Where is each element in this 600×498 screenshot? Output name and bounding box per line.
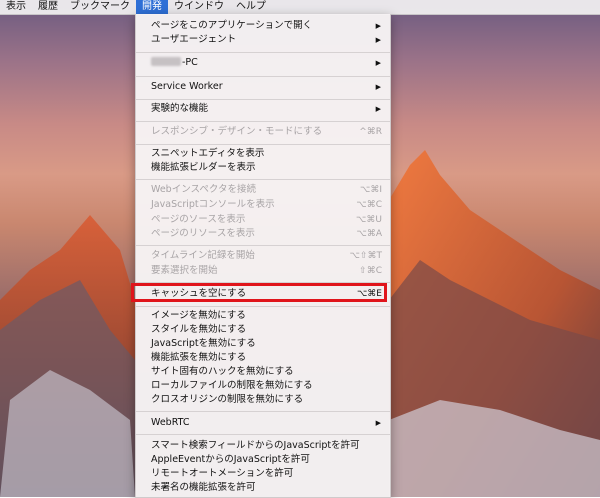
menu-item-shortcut: ⌥⌘A: [356, 229, 382, 239]
submenu-arrow-icon: ▶: [375, 105, 381, 113]
menu-item-label: 実験的な機能: [151, 103, 209, 114]
develop-menu: ページをこのアプリケーションで開く ▶ ユーザエージェント ▶ -PC ▶ Se…: [135, 14, 391, 498]
menu-item-label: JavaScriptコンソールを表示: [151, 199, 275, 210]
menu-item-label: 要素選択を開始: [151, 265, 218, 276]
menu-item-element-select: 要素選択を開始 ⇧⌘C: [136, 264, 390, 278]
menu-item-page-resources: ページのリソースを表示 ⌥⌘A: [136, 227, 390, 241]
menu-item-experimental[interactable]: 実験的な機能 ▶: [136, 102, 390, 116]
menu-item-disable-styles[interactable]: スタイルを無効にする: [136, 323, 390, 337]
submenu-arrow-icon: ▶: [375, 22, 381, 30]
menu-item-label: ページのソースを表示: [151, 214, 246, 225]
menu-item-label: -PC: [182, 57, 198, 68]
menubar-history[interactable]: 履歴: [32, 0, 64, 14]
menubar-develop[interactable]: 開発: [136, 0, 168, 14]
menu-item-device[interactable]: -PC ▶: [136, 56, 390, 70]
menubar-view[interactable]: 表示: [0, 0, 32, 14]
menu-item-label: クロスオリジンの制限を無効にする: [151, 394, 304, 405]
menu-separator: [136, 306, 390, 307]
menu-item-disable-site-hacks[interactable]: サイト固有のハックを無効にする: [136, 365, 390, 379]
menu-item-disable-javascript[interactable]: JavaScriptを無効にする: [136, 337, 390, 351]
menu-item-shortcut: ⇧⌘C: [359, 266, 382, 276]
submenu-arrow-icon: ▶: [375, 36, 381, 44]
menu-item-webrtc[interactable]: WebRTC ▶: [136, 416, 390, 430]
menu-item-label: サイト固有のハックを無効にする: [151, 366, 294, 377]
menu-separator: [136, 411, 390, 412]
menu-item-label: 機能拡張ビルダーを表示: [151, 162, 256, 173]
menu-item-shortcut: ⌥⌘I: [359, 185, 382, 195]
menu-item-label: タイムライン記録を開始: [151, 250, 255, 261]
menu-item-user-agent[interactable]: ユーザエージェント ▶: [136, 33, 390, 47]
menubar-bookmarks[interactable]: ブックマーク: [64, 0, 136, 14]
submenu-arrow-icon: ▶: [375, 83, 381, 91]
menu-item-label: スニペットエディタを表示: [151, 148, 265, 159]
submenu-arrow-icon: ▶: [375, 419, 381, 427]
menu-item-label: イメージを無効にする: [151, 310, 246, 321]
menu-item-disable-local-file-restrictions[interactable]: ローカルファイルの制限を無効にする: [136, 379, 390, 393]
menu-item-open-with[interactable]: ページをこのアプリケーションで開く ▶: [136, 19, 390, 33]
menu-item-shortcut: ⌥⌘U: [356, 215, 382, 225]
menu-item-label: AppleEventからのJavaScriptを許可: [151, 454, 310, 465]
menu-separator: [136, 245, 390, 246]
menu-item-disable-extensions[interactable]: 機能拡張を無効にする: [136, 351, 390, 365]
menu-separator: [136, 99, 390, 100]
menu-item-label: 未署名の機能拡張を許可: [151, 482, 256, 493]
menu-separator: [136, 121, 390, 122]
menu-item-shortcut: ⌥⇧⌘T: [349, 251, 382, 261]
menu-separator: [136, 52, 390, 53]
menu-item-label: JavaScriptを無効にする: [151, 338, 256, 349]
menu-separator: [136, 179, 390, 180]
menu-item-shortcut: ⌥⌘C: [356, 200, 382, 210]
menu-item-label: ページをこのアプリケーションで開く: [151, 20, 313, 31]
menu-item-timeline: タイムライン記録を開始 ⌥⇧⌘T: [136, 249, 390, 263]
menu-item-disable-cross-origin-restrictions[interactable]: クロスオリジンの制限を無効にする: [136, 393, 390, 407]
menu-item-allow-appleevent-js[interactable]: AppleEventからのJavaScriptを許可: [136, 453, 390, 467]
redacted-device-name: [151, 57, 181, 66]
menu-item-label: リモートオートメーションを許可: [151, 468, 294, 479]
menu-item-label: ページのリソースを表示: [151, 228, 255, 239]
menu-item-label: スタイルを無効にする: [151, 324, 247, 335]
menu-item-label: WebRTC: [151, 417, 190, 428]
menu-item-page-source: ページのソースを表示 ⌥⌘U: [136, 213, 390, 227]
menu-separator: [136, 76, 390, 77]
menu-item-allow-unsigned-extensions[interactable]: 未署名の機能拡張を許可: [136, 481, 390, 495]
menu-item-web-inspector: Webインスペクタを接続 ⌥⌘I: [136, 183, 390, 197]
menu-item-disable-images[interactable]: イメージを無効にする: [136, 309, 390, 323]
menu-item-label: ローカルファイルの制限を無効にする: [151, 380, 313, 391]
menu-item-responsive-mode: レスポンシブ・デザイン・モードにする ^⌘R: [136, 125, 390, 139]
menubar-help[interactable]: ヘルプ: [230, 0, 272, 14]
menu-item-allow-remote-automation[interactable]: リモートオートメーションを許可: [136, 467, 390, 481]
menu-item-shortcut: ^⌘R: [359, 127, 382, 137]
menu-item-label: スマート検索フィールドからのJavaScriptを許可: [151, 440, 360, 451]
menu-item-extension-builder[interactable]: 機能拡張ビルダーを表示: [136, 161, 390, 175]
menu-separator: [136, 434, 390, 435]
menu-item-label: レスポンシブ・デザイン・モードにする: [151, 126, 323, 137]
menubar-window[interactable]: ウインドウ: [168, 0, 230, 14]
menu-separator: [136, 144, 390, 145]
menu-item-allow-smart-search-js[interactable]: スマート検索フィールドからのJavaScriptを許可: [136, 439, 390, 453]
menu-item-label: Service Worker: [151, 81, 223, 92]
menu-item-service-worker[interactable]: Service Worker ▶: [136, 80, 390, 94]
menu-item-snippet-editor[interactable]: スニペットエディタを表示: [136, 147, 390, 161]
menu-bar: 表示 履歴 ブックマーク 開発 ウインドウ ヘルプ: [0, 0, 600, 15]
submenu-arrow-icon: ▶: [375, 59, 381, 67]
menu-item-label: ユーザエージェント: [151, 34, 237, 45]
menu-item-label: 機能拡張を無効にする: [151, 352, 247, 363]
menu-item-label: Webインスペクタを接続: [151, 184, 256, 195]
red-highlight-box: [131, 283, 387, 302]
menu-item-js-console: JavaScriptコンソールを表示 ⌥⌘C: [136, 198, 390, 212]
